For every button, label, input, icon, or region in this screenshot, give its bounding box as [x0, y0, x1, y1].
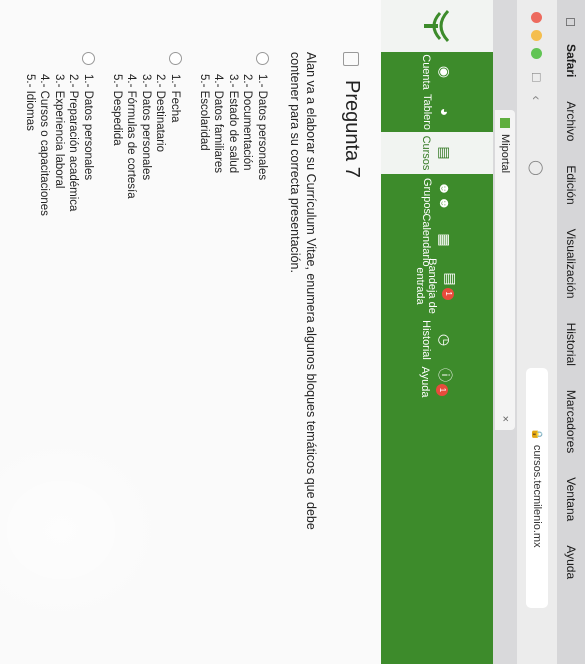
menu-marcadores[interactable]: Marcadores [564, 390, 578, 453]
menu-historial[interactable]: Historial [564, 323, 578, 366]
answer-line: 5.- Despedida [110, 74, 123, 146]
menu-edicion[interactable]: Edición [564, 165, 578, 204]
tab-title: Miportal [499, 134, 511, 174]
unread-badge: 1 [442, 287, 455, 300]
nav-item-tablero[interactable]: ◕ Tablero [381, 92, 493, 132]
answer-radio[interactable] [82, 52, 96, 65]
nav-item-historial[interactable]: ◷ Historial [381, 318, 493, 362]
menu-ventana[interactable]: Ventana [564, 477, 578, 521]
answer-radio[interactable] [169, 52, 183, 65]
user-icon: ◉ [437, 65, 454, 79]
url-text: cursos.tecmilenio.mx [531, 444, 543, 548]
zoom-window-button[interactable] [531, 48, 543, 59]
browser-window:  Safari Archivo Edición Visualización H… [0, 0, 585, 664]
menu-ayuda[interactable]: Ayuda [564, 545, 578, 579]
answer-line: 1.- Fecha [169, 74, 182, 123]
question-prompt: Alan va a elaborar su Currículum Vitae, … [288, 52, 318, 530]
nav-item-bandeja[interactable]: ▤1 Bandeja de entrada [381, 258, 493, 314]
favicon-icon [500, 118, 510, 128]
answer-line: 3.- Estado de salud [226, 74, 239, 174]
help-badge: 1 [436, 384, 448, 396]
answer-radio[interactable] [256, 52, 269, 65]
answer-option[interactable]: 1.- Datos personales 2.- Preparación aca… [22, 52, 96, 612]
bookmark-question-icon[interactable] [343, 52, 360, 66]
inbox-icon: ▤1 [442, 272, 460, 300]
sidebar-toggle-icon[interactable]: □ [529, 73, 545, 81]
back-icon[interactable]: ‹ [529, 95, 545, 100]
answer-line: 1.- Datos personales [82, 74, 95, 181]
calendar-icon: ▦ [437, 233, 454, 247]
nav-label: Cuenta [420, 54, 433, 90]
groups-icon: ☻☻ [437, 181, 453, 211]
menu-bar:  Safari Archivo Edición Visualización H… [557, 0, 585, 664]
nav-label: Grupos [421, 177, 433, 215]
menu-app-name[interactable]: Safari [564, 44, 578, 77]
answer-text: 1.- Datos personales 2.- Documentación 3… [196, 74, 269, 180]
answer-option[interactable]: 1.- Fecha 2.- Destinatario 3.- Datos per… [109, 52, 183, 612]
nav-label: Cursos [420, 135, 433, 171]
answer-line: 2.- Preparación académica [67, 74, 80, 212]
answer-line: 1.- Datos personales [256, 74, 268, 181]
question-title: Pregunta 7 [341, 80, 363, 178]
answer-line: 3.- Datos personales [139, 74, 152, 181]
answer-line: 5.- Idiomas [23, 74, 36, 131]
nav-item-ayuda[interactable]: ⓘ1 Ayuda [381, 362, 493, 402]
close-window-button[interactable] [531, 12, 543, 23]
apple-icon[interactable]:  [564, 0, 579, 44]
logo[interactable] [381, 0, 493, 52]
answer-line: 2.- Destinatario [154, 74, 167, 152]
answer-text: 1.- Datos personales 2.- Preparación aca… [22, 74, 95, 216]
nav-label: Historial [420, 320, 433, 360]
menu-archivo[interactable]: Archivo [564, 101, 578, 141]
nav-item-cursos[interactable]: ▤ Cursos [381, 132, 493, 174]
answer-option[interactable]: 1.- Datos personales 2.- Documentación 3… [196, 52, 269, 612]
clock-icon: ◷ [437, 333, 454, 347]
tab-miportal[interactable]: Miportal × [495, 110, 515, 430]
browser-toolbar: □ ‹ ◯ 🔒 cursos.tecmilenio.mx [517, 0, 557, 664]
minimize-window-button[interactable] [531, 30, 543, 41]
nav-item-cuenta[interactable]: ◉ Cuenta [381, 52, 493, 92]
nav-label: Ayuda [419, 366, 431, 398]
logo-icon [424, 9, 450, 43]
answer-line: 4.- Datos familiares [212, 74, 225, 174]
dashboard-icon: ◕ [437, 107, 453, 117]
nav-label: Bandeja de entrada [414, 258, 439, 314]
answer-options: 1.- Datos personales 2.- Documentación 3… [8, 52, 269, 612]
shield-icon[interactable]: ◯ [529, 160, 546, 176]
answer-line: 4.- Cursos o capacitaciones [38, 74, 51, 216]
nav-label: Tablero [421, 93, 433, 131]
nav-item-grupos[interactable]: ☻☻ Grupos [381, 174, 493, 218]
answer-line: 5.- Escolaridad [197, 74, 210, 151]
address-bar[interactable]: 🔒 cursos.tecmilenio.mx [526, 368, 548, 608]
answer-line: 4.- Fórmulas de cortesía [125, 74, 138, 199]
help-icon: ⓘ1 [435, 368, 455, 396]
quiz-content: Pregunta 7 Alan va a elaborar su Currícu… [0, 0, 381, 664]
book-icon: ▤ [437, 146, 454, 160]
tab-bar: Miportal × [493, 0, 517, 664]
answer-line: 3.- Experiencia laboral [52, 74, 65, 189]
question-header: Pregunta 7 [340, 52, 363, 178]
lock-icon: 🔒 [531, 428, 543, 441]
answer-line: 2.- Documentación [241, 74, 254, 171]
close-tab-icon[interactable]: × [499, 416, 511, 422]
answer-text: 1.- Fecha 2.- Destinatario 3.- Datos per… [109, 74, 182, 199]
menu-visualizacion[interactable]: Visualización [564, 229, 578, 299]
global-nav-sidebar: ◉ Cuenta ◕ Tablero ▤ Cursos ☻☻ Grupos ▦ … [381, 0, 493, 664]
